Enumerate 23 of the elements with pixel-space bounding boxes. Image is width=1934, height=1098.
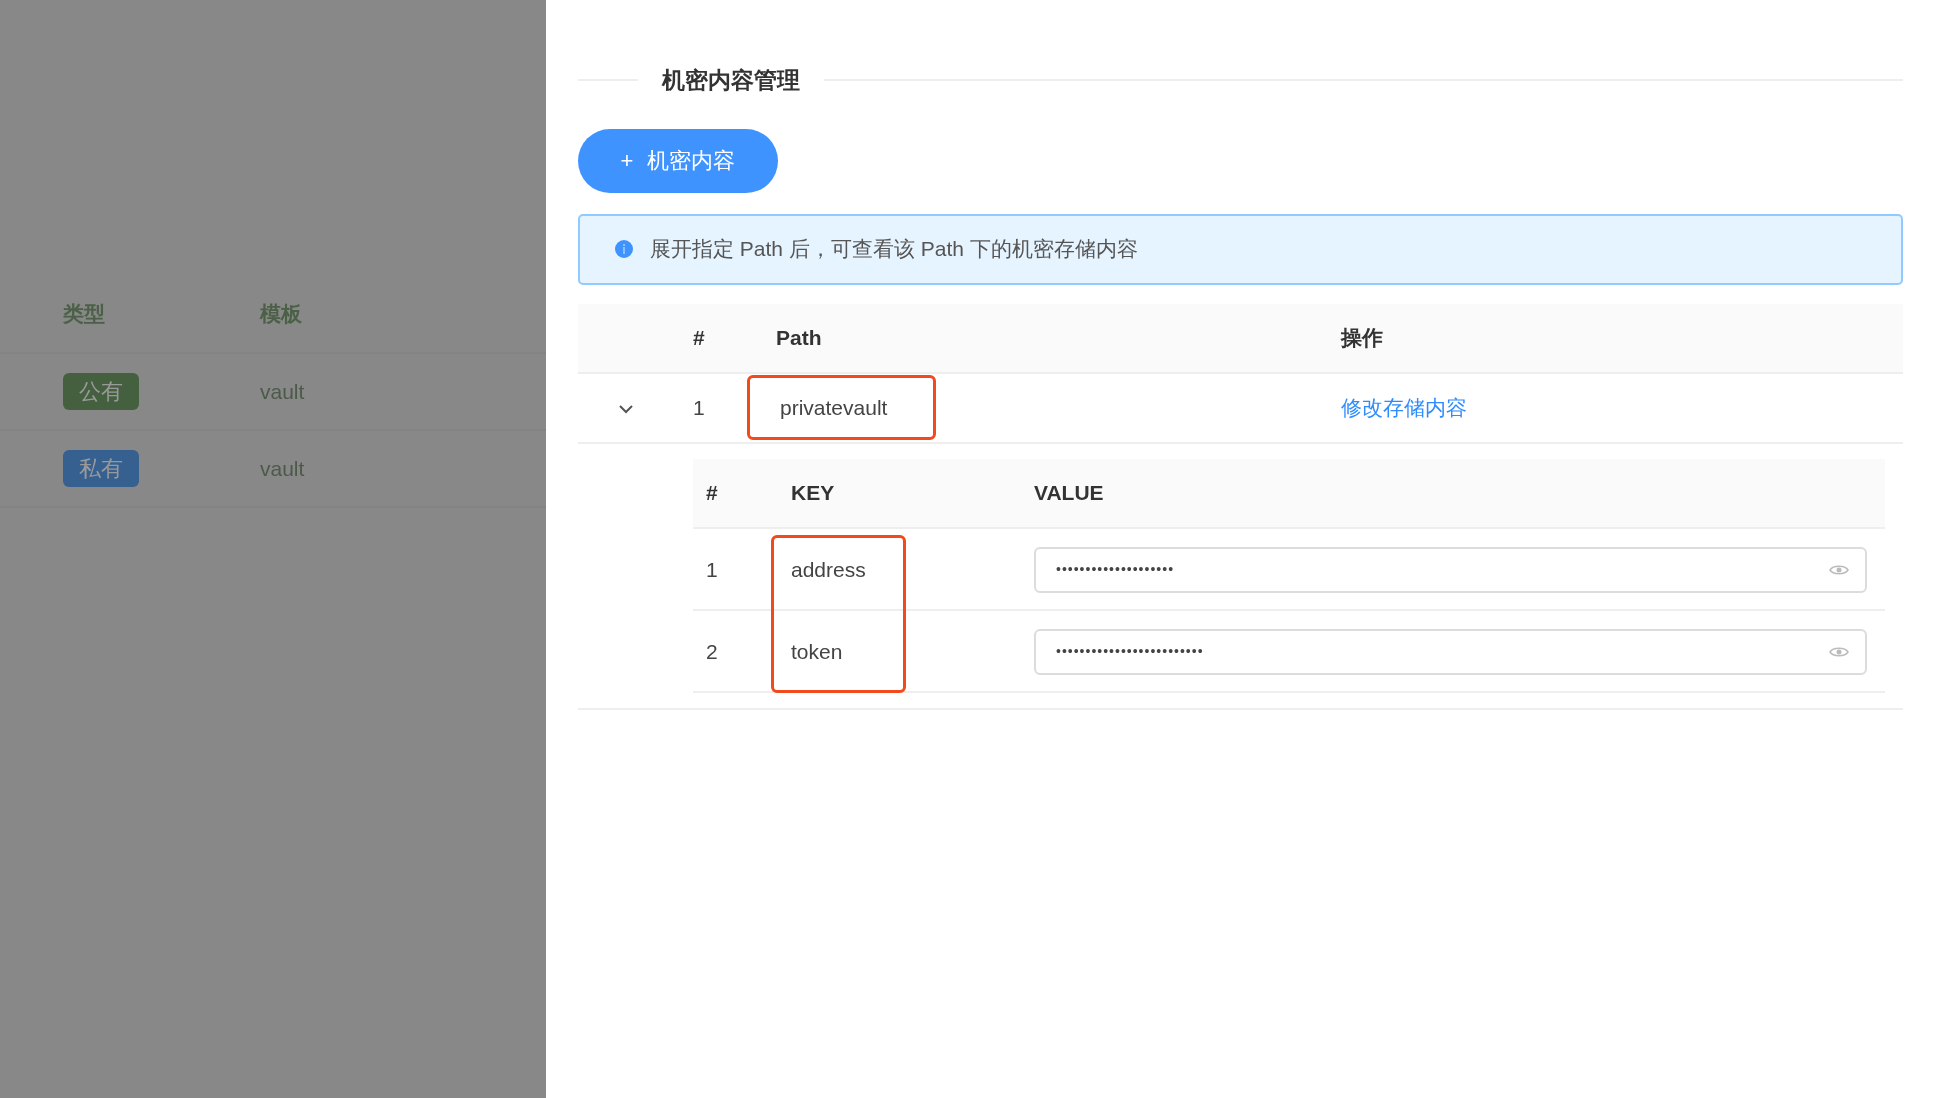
section-title: 机密内容管理	[662, 66, 800, 95]
table-cell: 1	[693, 395, 705, 419]
column-header: VALUE	[1034, 480, 1104, 504]
column-header: Path	[776, 325, 822, 349]
column-header: 类型	[63, 302, 105, 326]
table-cell: vault	[260, 456, 305, 480]
column-header: 操作	[1341, 325, 1383, 349]
column-header: KEY	[791, 480, 835, 504]
table-cell-text: 2	[706, 638, 718, 665]
password-field[interactable]: ••••••••••••••••••••	[1034, 546, 1867, 593]
type-tag: 私有	[63, 450, 139, 487]
table-cell-text: token	[791, 638, 843, 665]
table-cell: privatevault	[747, 374, 937, 440]
alert-text: 展开指定 Path 后，可查看该 Path 下的机密存储内容	[650, 236, 1138, 263]
info-icon	[614, 239, 634, 259]
type-tag: 公有	[63, 373, 139, 410]
table-cell-text: 1	[706, 556, 718, 583]
column-header: #	[706, 480, 718, 504]
column-header: 模板	[260, 302, 302, 326]
table-cell-text: address	[791, 556, 866, 583]
column-header: #	[693, 325, 705, 349]
table-cell: vault	[260, 379, 305, 403]
password-field[interactable]: •••••••••••••••••••••••••	[1034, 628, 1867, 675]
